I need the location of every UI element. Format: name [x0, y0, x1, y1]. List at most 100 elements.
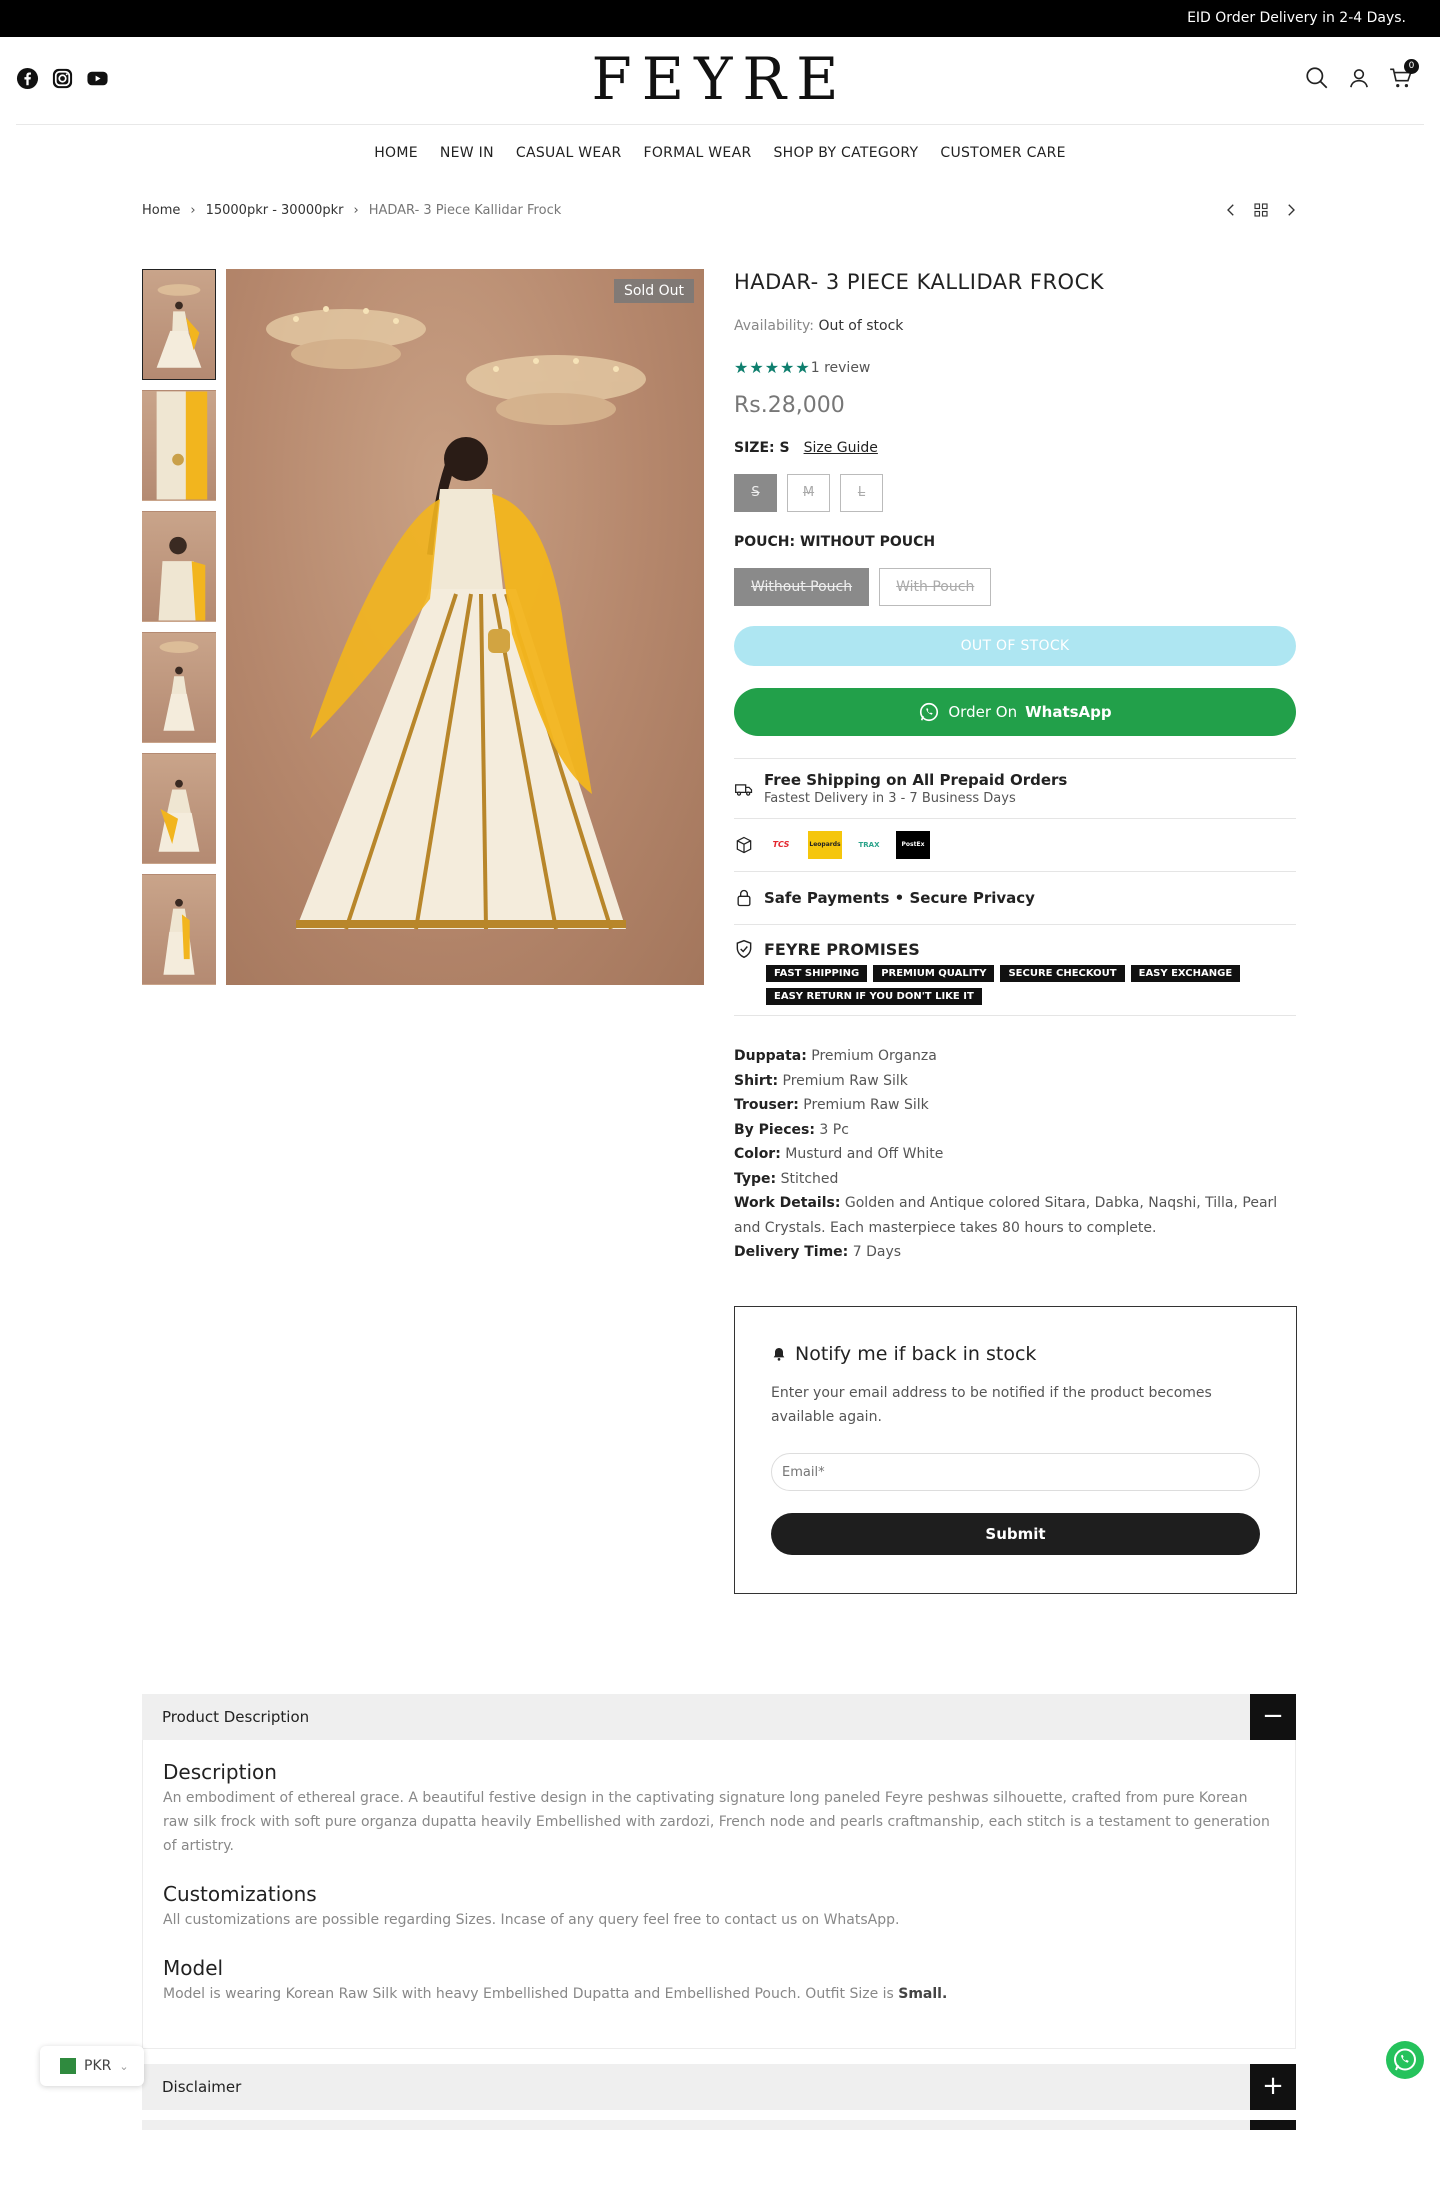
model-size: Small.: [898, 1986, 948, 2002]
notify-title: Notify me if back in stock: [795, 1343, 1037, 1365]
courier-postex-logo: PostEx: [896, 831, 930, 859]
pouch-option-with[interactable]: With Pouch: [879, 568, 992, 606]
bell-icon: [773, 1348, 785, 1361]
shield-check-icon: [736, 939, 752, 959]
star-icon: ★: [734, 358, 749, 377]
promises-title: FEYRE PROMISES: [764, 939, 920, 959]
section-text: All customizations are possible regardin…: [163, 1912, 900, 1928]
size-selector-label: SIZE: S Size Guide: [734, 440, 1296, 456]
promise-tag: PREMIUM QUALITY: [873, 965, 995, 982]
detail-label: Type:: [734, 1170, 777, 1187]
availability-label: Availability:: [734, 318, 815, 334]
product-features: Free Shipping on All Prepaid Orders Fast…: [734, 758, 1296, 1016]
detail-label: Trouser:: [734, 1097, 799, 1113]
nav-item-shop-by-category[interactable]: SHOP BY CATEGORY: [773, 145, 918, 161]
grid-icon[interactable]: [1252, 201, 1270, 219]
detail-value: Premium Raw Silk: [782, 1072, 908, 1089]
collapse-icon[interactable]: −: [1250, 1694, 1296, 1740]
whatsapp-chat-icon[interactable]: [1386, 2041, 1424, 2079]
nav-item-home[interactable]: HOME: [374, 145, 418, 161]
detail-row: Work Details: Golden and Antique colored…: [734, 1191, 1296, 1240]
search-icon[interactable]: [1304, 65, 1330, 91]
nav-item-casual-wear[interactable]: CASUAL WEAR: [516, 145, 622, 161]
account-icon[interactable]: [1346, 65, 1372, 91]
promise-tag: EASY RETURN IF YOU DON'T LIKE IT: [766, 988, 982, 1005]
header-divider: [16, 124, 1424, 125]
cart-icon[interactable]: 0: [1388, 59, 1419, 91]
notify-heading: Notify me if back in stock: [771, 1343, 1260, 1365]
accordion-title: Disclaimer: [162, 2078, 242, 2096]
star-icon: ★: [795, 358, 810, 377]
pakistan-flag-icon: [54, 2058, 76, 2074]
detail-value: Premium Organza: [811, 1048, 937, 1064]
shipping-subtitle: Fastest Delivery in 3 - 7 Business Days: [764, 791, 1016, 806]
section-heading: Description: [163, 1760, 277, 1784]
size-label: SIZE: S: [734, 440, 790, 456]
nav-item-customer-care[interactable]: CUSTOMER CARE: [940, 145, 1065, 161]
nav-item-formal-wear[interactable]: FORMAL WEAR: [643, 145, 751, 161]
announcement-text: EID Order Delivery in 2-4 Days.: [1187, 10, 1406, 26]
size-guide-link[interactable]: Size Guide: [804, 440, 878, 456]
currency-selector[interactable]: PKR ⌄: [40, 2046, 144, 2086]
out-of-stock-button[interactable]: OUT OF STOCK: [734, 626, 1296, 666]
whatsapp-icon: [920, 702, 939, 722]
disclaimer-accordion: Disclaimer +: [142, 2064, 1296, 2110]
site-logo[interactable]: FEYRE: [0, 45, 1440, 113]
product-thumbnail[interactable]: [142, 753, 216, 864]
chevron-right-icon[interactable]: [1282, 201, 1300, 219]
currency-code: PKR: [84, 2058, 112, 2074]
section-text-model: Model is wearing Korean Raw Silk with he…: [163, 1982, 1275, 2006]
accordion-header-partial: [142, 2120, 1296, 2130]
order-on-whatsapp-button[interactable]: Order On WhatsApp: [734, 688, 1296, 736]
pouch-label: POUCH: WITHOUT POUCH: [734, 534, 936, 550]
size-options: S M L: [734, 474, 1296, 512]
promise-tag: SECURE CHECKOUT: [1000, 965, 1125, 982]
header-actions: 0: [1304, 59, 1419, 91]
product-thumbnail[interactable]: [142, 390, 216, 501]
product-description-accordion: Product Description − Description An emb…: [142, 1694, 1296, 2049]
star-icon: ★: [764, 358, 780, 377]
product-main-image[interactable]: Sold Out: [226, 269, 704, 985]
product-thumbnail[interactable]: [142, 511, 216, 622]
whatsapp-prefix: Order On: [948, 703, 1018, 721]
chevron-left-icon[interactable]: [1222, 201, 1240, 219]
pouch-option-without[interactable]: Without Pouch: [734, 568, 870, 606]
sold-out-badge: Sold Out: [613, 279, 694, 303]
product-rating[interactable]: ★ ★ ★ ★ ★ 1 review: [734, 358, 1296, 377]
chevron-right-icon: ›: [190, 203, 196, 218]
product-thumbnail[interactable]: [142, 632, 216, 743]
breadcrumb-category[interactable]: 15000pkr - 30000pkr: [206, 203, 344, 218]
whatsapp-brand: WhatsApp: [1025, 703, 1112, 721]
shipping-title: Free Shipping on All Prepaid Orders: [764, 771, 1068, 789]
product-thumbnail[interactable]: [142, 269, 216, 380]
section-heading: Customizations: [163, 1882, 317, 1906]
detail-label: Delivery Time:: [734, 1244, 849, 1260]
review-count[interactable]: 1 review: [811, 360, 871, 376]
promise-tag: FAST SHIPPING: [766, 965, 868, 982]
chevron-right-icon: ›: [353, 203, 359, 218]
breadcrumb-home[interactable]: Home: [142, 203, 180, 218]
detail-row: By Pieces: 3 Pc: [734, 1118, 1296, 1143]
accordion-header[interactable]: Disclaimer +: [142, 2064, 1296, 2110]
size-option-m[interactable]: M: [787, 474, 830, 512]
product-info: HADAR- 3 PIECE KALLIDAR FROCK Availabili…: [734, 270, 1296, 1265]
detail-label: Color:: [734, 1146, 781, 1162]
expand-icon[interactable]: +: [1250, 2064, 1296, 2110]
star-icon: ★: [780, 358, 795, 377]
detail-value: Stitched: [780, 1170, 839, 1187]
detail-label: By Pieces:: [734, 1121, 815, 1138]
accordion-toggle-partial: [1250, 2120, 1296, 2130]
nav-item-new-in[interactable]: NEW IN: [440, 145, 494, 161]
size-option-s[interactable]: S: [734, 474, 777, 512]
accordion-body: Description An embodiment of ethereal gr…: [142, 1740, 1296, 2049]
accordion-header[interactable]: Product Description −: [142, 1694, 1296, 1740]
submit-button[interactable]: Submit: [771, 1513, 1260, 1555]
email-field[interactable]: [771, 1453, 1260, 1491]
site-header: FEYRE 0: [0, 37, 1440, 125]
promise-tag: EASY EXCHANGE: [1130, 965, 1241, 982]
size-option-l[interactable]: L: [840, 474, 883, 512]
section-heading: Model: [163, 1956, 224, 1980]
secure-payments: Safe Payments • Secure Privacy: [734, 872, 1296, 925]
product-thumbnail[interactable]: [142, 874, 216, 985]
detail-row: Trouser: Premium Raw Silk: [734, 1093, 1296, 1118]
